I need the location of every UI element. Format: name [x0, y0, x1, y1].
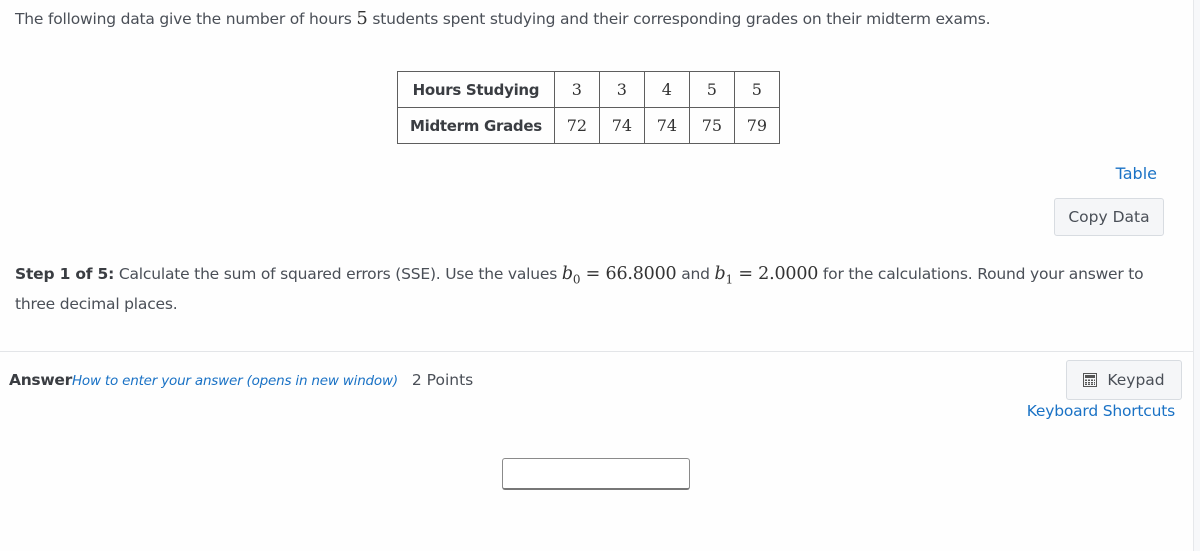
b1-symbol: b [714, 264, 726, 284]
table-view-link[interactable]: Table [1116, 164, 1157, 183]
table-cell: 4 [643, 71, 690, 108]
section-divider [0, 351, 1193, 352]
b0-symbol: b [561, 264, 573, 284]
table-cell: 75 [688, 107, 735, 144]
table-cell: 3 [553, 71, 600, 108]
table-cell: 72 [553, 107, 600, 144]
b1-subscript: 1 [725, 272, 734, 287]
problem-intro: The following data give the number of ho… [15, 8, 991, 29]
table-row-hours: Hours Studying 3 3 4 5 5 [397, 71, 780, 108]
table-cell: 3 [598, 71, 645, 108]
and-text: and [676, 265, 715, 283]
scrollbar-track[interactable] [1194, 0, 1200, 551]
step-label: Step 1 of 5: [15, 265, 115, 283]
table-cell: 5 [733, 71, 780, 108]
keyboard-shortcuts-link[interactable]: Keyboard Shortcuts [1027, 402, 1175, 420]
b1-expression: b1 = 2.0000 [714, 264, 819, 287]
row-header-hours: Hours Studying [397, 71, 555, 108]
keypad-label: Keypad [1107, 371, 1165, 389]
row-header-grades: Midterm Grades [397, 107, 555, 144]
question-page: The following data give the number of ho… [0, 0, 1194, 551]
intro-text-after: students spent studying and their corres… [367, 10, 991, 28]
table-cell: 79 [733, 107, 780, 144]
b0-expression: b0 = 66.8000 [561, 264, 677, 287]
equals-sign: = [580, 264, 606, 284]
step-text-before: Calculate the sum of squared errors (SSE… [114, 265, 562, 283]
answer-label: Answer [9, 371, 72, 389]
answer-header: AnswerHow to enter your answer (opens in… [9, 370, 473, 389]
equals-sign: = [732, 264, 759, 284]
intro-student-count: 5 [356, 8, 368, 29]
table-row-grades: Midterm Grades 72 74 74 75 79 [397, 107, 780, 144]
points-value: 2 Points [411, 371, 474, 389]
b0-value: 66.8000 [605, 264, 677, 284]
table-cell: 74 [643, 107, 690, 144]
b1-value: 2.0000 [758, 264, 819, 284]
table-cell: 5 [688, 71, 735, 108]
data-table: Hours Studying 3 3 4 5 5 Midterm Grades … [397, 71, 780, 144]
keypad-button[interactable]: Keypad [1066, 360, 1182, 400]
how-to-enter-answer-link[interactable]: How to enter your answer (opens in new w… [72, 373, 398, 389]
calculator-icon [1083, 373, 1098, 387]
answer-input[interactable] [502, 458, 690, 490]
table-cell: 74 [598, 107, 645, 144]
step-instructions: Step 1 of 5: Calculate the sum of square… [15, 262, 1175, 316]
intro-text-before: The following data give the number of ho… [15, 10, 357, 28]
copy-data-button[interactable]: Copy Data [1054, 198, 1164, 236]
